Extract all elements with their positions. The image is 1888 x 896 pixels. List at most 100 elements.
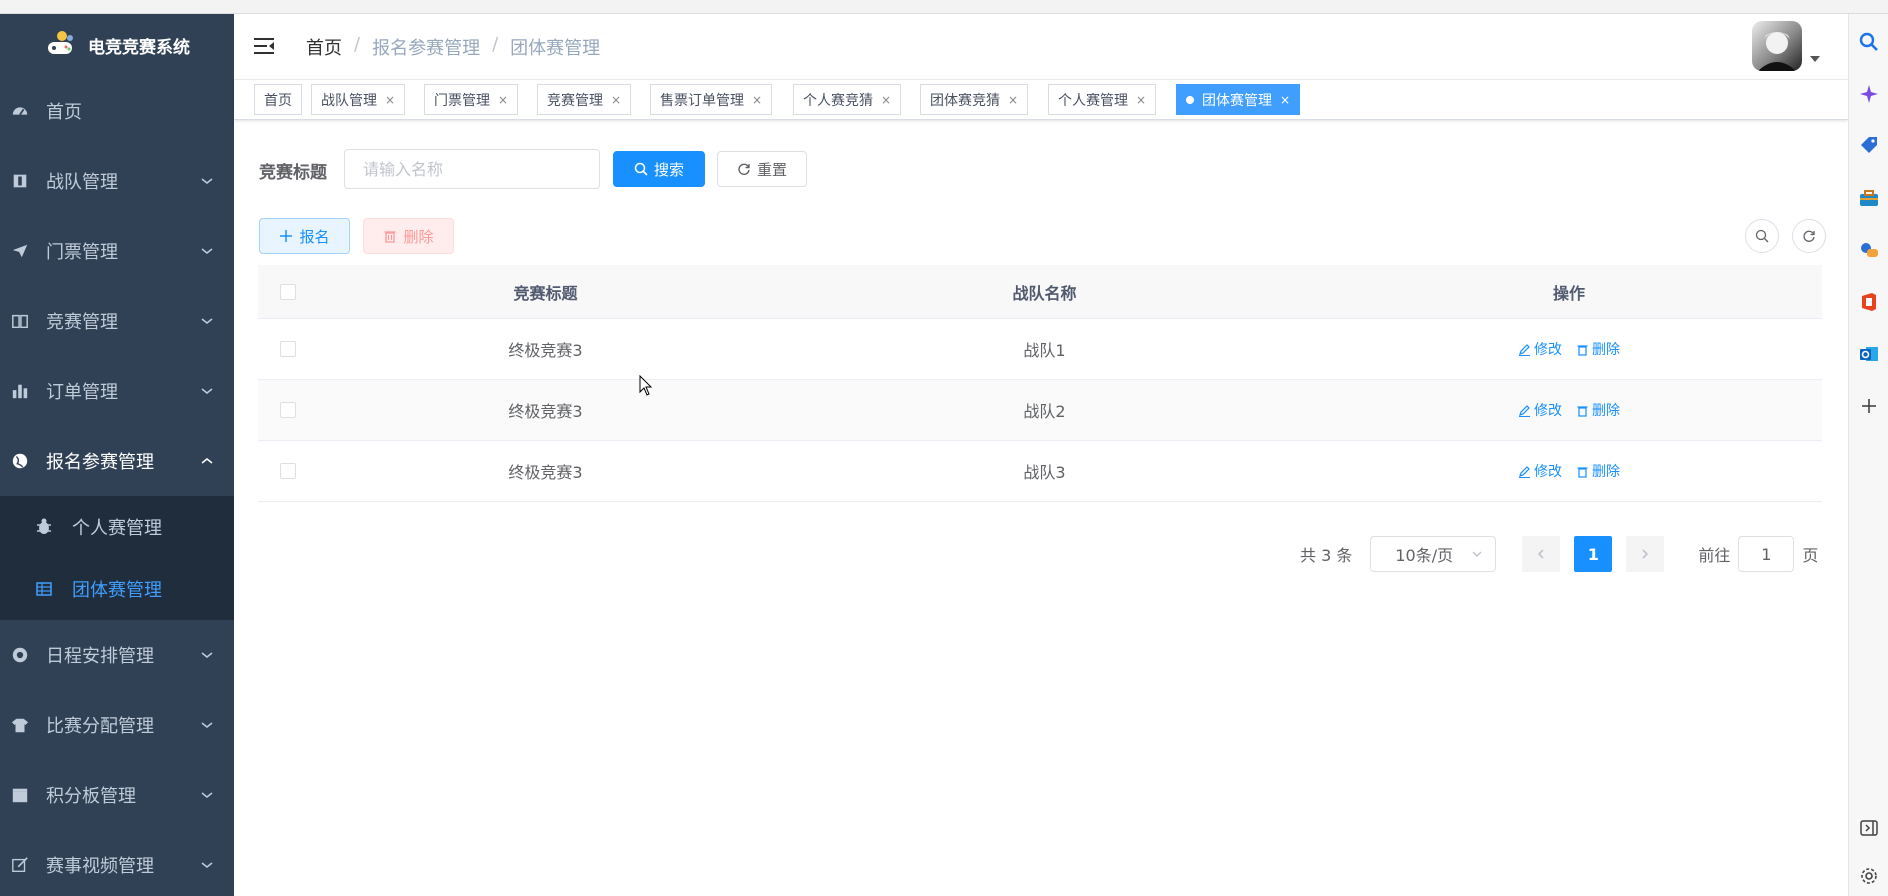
chevron-down-icon [201,862,213,868]
sidebar-collapse-icon[interactable] [1857,816,1881,840]
tag-individual-match[interactable]: 个人赛管理 × [1048,84,1157,115]
tag-icon[interactable] [1857,134,1881,158]
search-button[interactable]: 搜索 [613,151,705,187]
sidebar-item-label: 比赛分配管理 [46,716,154,737]
add-icon[interactable] [1857,394,1881,418]
prev-page-button[interactable] [1522,536,1561,572]
close-icon[interactable]: × [385,93,395,107]
sidebar-item-home[interactable]: 首页 [0,76,234,146]
checkbox-cell [258,341,318,357]
sidebar-item-individual-match[interactable]: 个人赛管理 [0,496,234,558]
avatar[interactable] [1752,21,1802,71]
page-size-select[interactable]: 10条/页 [1370,536,1497,572]
close-icon[interactable]: × [881,93,891,107]
chevron-down-icon [201,178,213,184]
sidebar-item-video[interactable]: 赛事视频管理 [0,830,234,896]
add-button[interactable]: 报名 [259,218,350,254]
tag-team-quiz[interactable]: 团体赛竞猜 × [920,84,1029,115]
chevron-left-icon [1538,549,1544,559]
outlook-icon[interactable] [1857,342,1881,366]
tag-label: 战队管理 [321,92,377,109]
chevron-down-icon [201,652,213,658]
mouse-cursor-icon [639,375,653,396]
delete-link[interactable]: 删除 [1576,339,1620,359]
trash-icon [384,231,396,243]
refresh-button[interactable] [1792,219,1826,253]
gear-icon[interactable] [1857,864,1881,888]
edit-link[interactable]: 修改 [1518,400,1562,420]
tag-team-match[interactable]: 团体赛管理 × [1176,84,1301,115]
office-icon[interactable] [1857,290,1881,314]
tag-label: 个人赛竞猜 [803,92,873,109]
close-icon[interactable]: × [498,93,508,107]
caret-down-icon[interactable] [1810,56,1820,62]
close-icon[interactable]: × [1008,93,1018,107]
row-checkbox[interactable] [280,463,296,479]
page-number-button[interactable]: 1 [1574,536,1613,572]
column-header: 操作 [1552,283,1585,303]
sidebar-item-order[interactable]: 订单管理 [0,356,234,426]
reset-button[interactable]: 重置 [717,151,807,187]
close-icon[interactable]: × [1280,93,1290,107]
games-icon[interactable] [1857,238,1881,262]
sidebar-item-label: 积分板管理 [46,786,136,807]
edit-icon [1519,465,1530,478]
pagination-total: 共 3 条 [1300,546,1353,565]
sidebar-item-team[interactable]: 战队管理 [0,146,234,216]
browser-tab-strip [0,0,1888,14]
next-page-button[interactable] [1626,536,1665,572]
tag-home[interactable]: 首页 [254,84,302,115]
cell-team: 战队3 [1023,463,1066,482]
sidebar-item-ticket[interactable]: 门票管理 [0,216,234,286]
edit-link[interactable]: 修改 [1518,461,1562,481]
reset-button-label: 重置 [756,160,787,179]
sidebar-item-competition[interactable]: 竞赛管理 [0,286,234,356]
delete-label: 删除 [1592,342,1620,358]
chevron-down-icon [201,792,213,798]
briefcase-icon[interactable] [1857,186,1881,210]
edit-icon [1519,343,1530,356]
cell-team: 战队1 [1023,341,1066,360]
cell-title: 终极竞赛3 [508,341,583,360]
table-row: 终极竞赛3 战队2 修改 删除 [258,380,1822,441]
sidebar-item-allocation[interactable]: 比赛分配管理 [0,690,234,760]
close-icon[interactable]: × [1136,93,1146,107]
close-icon[interactable]: × [611,93,621,107]
sidebar-item-label: 赛事视频管理 [46,856,154,877]
sidebar-item-label: 首页 [46,102,82,123]
tag-team[interactable]: 战队管理 × [311,84,406,115]
goto-page-input[interactable] [1738,536,1795,572]
sidebar-item-team-match[interactable]: 团体赛管理 [0,558,234,620]
delete-link[interactable]: 删除 [1576,400,1620,420]
chevron-down-icon [1472,551,1482,557]
select-all-checkbox[interactable] [280,283,296,300]
column-header: 竞赛标题 [513,283,578,303]
tag-individual-quiz[interactable]: 个人赛竞猜 × [793,84,902,115]
close-icon[interactable]: × [752,93,762,107]
row-checkbox[interactable] [280,402,296,418]
sidebar-item-scoreboard[interactable]: 积分板管理 [0,760,234,830]
chevron-right-icon [1642,549,1649,559]
delete-button[interactable]: 删除 [363,218,454,254]
hamburger-icon[interactable] [254,36,276,56]
tag-competition[interactable]: 竞赛管理 × [537,84,632,115]
delete-link[interactable]: 删除 [1576,461,1620,481]
search-icon[interactable] [1857,30,1881,54]
copilot-sparkle-icon[interactable] [1857,82,1881,106]
search-icon [634,162,648,176]
sidebar-item-schedule[interactable]: 日程安排管理 [0,620,234,690]
breadcrumb-level1: 报名参赛管理 [372,38,481,59]
toggle-search-button[interactable] [1745,219,1779,253]
edit-link[interactable]: 修改 [1518,339,1562,359]
browser-sidebar [1848,14,1888,896]
chevron-down-icon [201,388,213,394]
tag-ticket-order[interactable]: 售票订单管理 × [650,84,773,115]
breadcrumb-home[interactable]: 首页 [306,34,342,60]
education-icon [10,171,30,191]
row-checkbox[interactable] [280,341,296,357]
tag-label: 团体赛竞猜 [930,92,1000,109]
search-input[interactable] [344,149,600,189]
tag-ticket[interactable]: 门票管理 × [424,84,519,115]
sidebar-item-registration[interactable]: 报名参赛管理 [0,426,234,496]
add-button-label: 报名 [299,227,330,246]
